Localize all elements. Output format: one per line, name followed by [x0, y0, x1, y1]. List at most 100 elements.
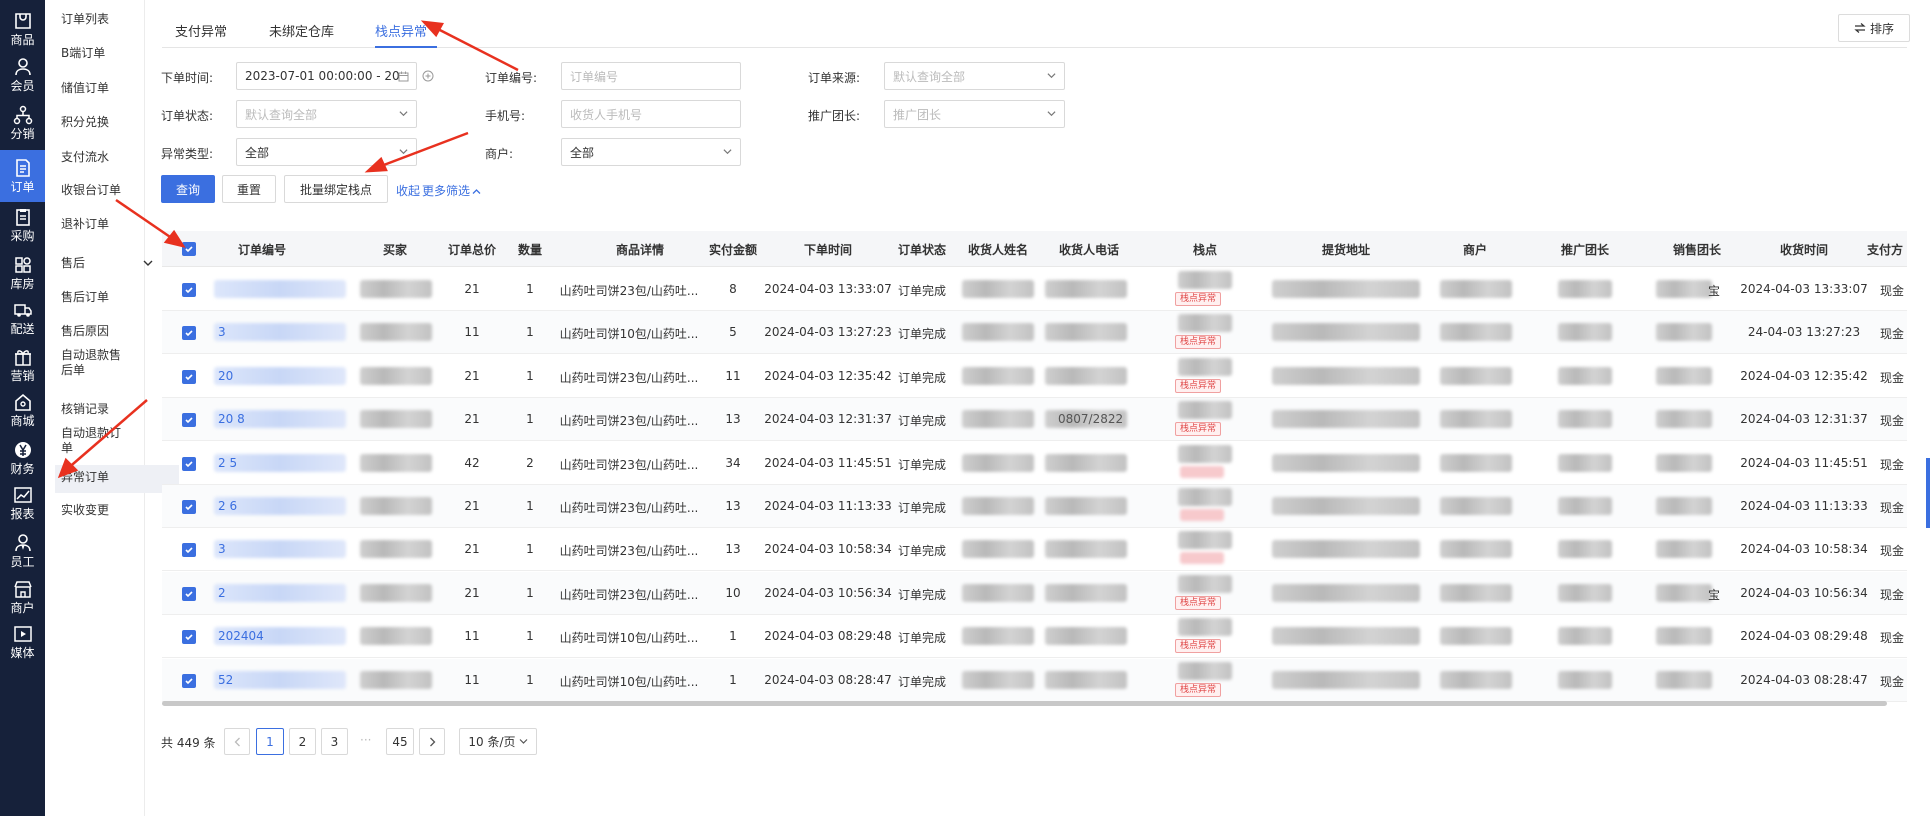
- prev-page-button[interactable]: [224, 728, 250, 755]
- row-checkbox[interactable]: [182, 283, 196, 297]
- rail-item-0[interactable]: 商品: [0, 3, 45, 55]
- row-checkbox[interactable]: [182, 326, 196, 341]
- submenu-aftersale-order[interactable]: 售后订单: [61, 290, 109, 305]
- query-button[interactable]: 查询: [161, 175, 215, 203]
- reset-button[interactable]: 重置: [222, 175, 276, 203]
- tab-payment-exception[interactable]: 支付异常: [175, 21, 227, 40]
- row-checkbox[interactable]: [182, 543, 196, 558]
- row-checkbox[interactable]: [182, 413, 196, 428]
- order-total: 21: [464, 585, 480, 600]
- tab-unbound-warehouse[interactable]: 未绑定仓库: [269, 21, 334, 40]
- submenu-exception-order[interactable]: 异常订单: [61, 470, 109, 485]
- rail-item-13[interactable]: 媒体: [0, 616, 45, 668]
- rail-item-3[interactable]: 订单: [0, 150, 45, 202]
- collapse-link[interactable]: 收起: [396, 182, 420, 199]
- batch-bind-station-button[interactable]: 批量绑定栈点: [284, 175, 388, 203]
- sort-label: 排序: [1869, 21, 1894, 36]
- table-row[interactable]: 20 21 1 山药吐司饼23包/山药吐... 11 2024-04-03 12:35:4…: [162, 355, 1907, 398]
- phone-input[interactable]: 收货人手机号: [561, 100, 741, 128]
- vertical-scroll-indicator[interactable]: [1926, 458, 1930, 528]
- rail-item-8[interactable]: 商城: [0, 384, 45, 436]
- order-time-range-input[interactable]: 2023-07-01 00:00:00 - 20: [236, 62, 417, 90]
- order-source-select[interactable]: 默认查询全部: [884, 62, 1065, 90]
- order-status-select[interactable]: 默认查询全部: [236, 100, 417, 128]
- table-row[interactable]: 3 11 1 山药吐司饼10包/山药吐... 5 2024-04-03 13:27:23 订…: [162, 311, 1907, 355]
- row-checkbox[interactable]: [182, 369, 196, 384]
- submenu-payment-flow[interactable]: 支付流水: [61, 150, 109, 165]
- chevron-down-icon: [1047, 73, 1056, 79]
- row-checkbox[interactable]: [182, 630, 196, 645]
- rail-label: 财务: [10, 462, 35, 476]
- rail-item-10[interactable]: 报表: [0, 477, 45, 529]
- exception-type-select[interactable]: 全部: [236, 138, 417, 166]
- page-last-button[interactable]: 45: [386, 728, 414, 755]
- order-no-link[interactable]: 2: [218, 586, 226, 600]
- submenu-received-change[interactable]: 实收变更: [61, 503, 109, 518]
- tab-station-exception[interactable]: 栈点异常: [375, 21, 427, 40]
- order-no-input[interactable]: 订单编号: [561, 62, 741, 90]
- order-no-link[interactable]: 2 6: [218, 499, 237, 513]
- order-no-link[interactable]: 52: [218, 673, 233, 687]
- rail-item-11[interactable]: 员工: [0, 525, 45, 577]
- table-row[interactable]: 20 8 21 1 山药吐司饼23包/山药吐... 13 2024-04-03 12:31…: [162, 398, 1907, 442]
- team-leader-select[interactable]: 推广团长: [884, 100, 1065, 128]
- receiver-name-redacted: [962, 583, 1034, 602]
- order-no-redacted: [214, 583, 346, 602]
- order-no-link[interactable]: 202404: [218, 629, 264, 643]
- order-no-link[interactable]: 3: [218, 325, 226, 339]
- rail-item-4[interactable]: 采购: [0, 199, 45, 251]
- submenu-refund-order[interactable]: 退补订单: [61, 217, 109, 232]
- rail-item-1[interactable]: 会员: [0, 49, 45, 101]
- order-no-link[interactable]: 20: [218, 369, 233, 383]
- table-row[interactable]: 2 6 21 1 山药吐司饼23包/山药吐... 13 2024-04-03 11:13:…: [162, 485, 1907, 528]
- product-detail: 山药吐司饼23包/山药吐...: [559, 284, 699, 298]
- submenu-cashier-order[interactable]: 收银台订单: [61, 183, 121, 198]
- submenu-auto-refund-aftersale[interactable]: 自动退款售 后单: [61, 348, 121, 378]
- chevron-down-icon: [519, 739, 527, 744]
- order-no-link[interactable]: 3: [218, 542, 226, 556]
- horizontal-scrollbar[interactable]: [162, 701, 1887, 706]
- table-row[interactable]: 52 11 1 山药吐司饼10包/山药吐... 1 2024-04-03 08:28:47…: [162, 658, 1907, 702]
- row-checkbox[interactable]: [182, 673, 196, 688]
- play-icon: [12, 624, 34, 644]
- pager-ellipsis[interactable]: ···: [360, 733, 371, 747]
- quantity: 2: [526, 455, 534, 470]
- page-size-select[interactable]: 10 条/页: [459, 728, 537, 755]
- add-circle-icon[interactable]: [422, 70, 434, 82]
- merchant-select[interactable]: 全部: [561, 138, 741, 166]
- receiver-name-redacted: [962, 280, 1034, 298]
- table-row[interactable]: 2 21 1 山药吐司饼23包/山药吐... 10 2024-04-03 10:56:34…: [162, 571, 1907, 615]
- submenu-order-list[interactable]: 订单列表: [61, 12, 109, 27]
- row-checkbox[interactable]: [182, 500, 196, 514]
- submenu-points-exchange[interactable]: 积分兑换: [61, 115, 109, 130]
- receiver-phone-redacted: [1045, 583, 1127, 602]
- sort-button[interactable]: 排序: [1838, 14, 1910, 42]
- rail-item-6[interactable]: 配送: [0, 292, 45, 344]
- row-checkbox[interactable]: [182, 456, 196, 471]
- rail-item-2[interactable]: 分销: [0, 97, 45, 149]
- table-row[interactable]: 21 1 山药吐司饼23包/山药吐... 8 2024-04-03 13:33:07 订单…: [162, 268, 1907, 311]
- submenu-verify-record[interactable]: 核销记录: [61, 402, 109, 417]
- submenu-stored-value-order[interactable]: 储值订单: [61, 81, 109, 96]
- submenu-group-aftersale[interactable]: 售后: [61, 256, 153, 271]
- receive-time: 2024-04-03 12:35:42: [1740, 368, 1868, 383]
- more-filter-link[interactable]: 更多筛选: [422, 182, 481, 199]
- order-no-link[interactable]: 2 5: [218, 456, 237, 470]
- rail-label: 商户: [10, 601, 35, 615]
- table-row[interactable]: 3 21 1 山药吐司饼23包/山药吐... 13 2024-04-03 10:58:34…: [162, 528, 1907, 572]
- document-icon: [12, 158, 34, 178]
- pickup-address-redacted: [1272, 453, 1420, 472]
- submenu-b-order[interactable]: B端订单: [61, 46, 105, 61]
- next-page-button[interactable]: [419, 728, 445, 755]
- page-3-button[interactable]: 3: [321, 728, 348, 755]
- order-no-link[interactable]: 20 8: [218, 412, 245, 426]
- row-checkbox[interactable]: [182, 586, 196, 601]
- rail-label: 分销: [10, 127, 35, 141]
- submenu-auto-refund-order[interactable]: 自动退款订 单: [61, 426, 121, 456]
- page-2-button[interactable]: 2: [289, 728, 316, 755]
- table-row[interactable]: 2 5 42 2 山药吐司饼23包/山药吐... 34 2024-04-03 11:45:…: [162, 442, 1907, 485]
- select-all-checkbox[interactable]: [182, 242, 196, 256]
- table-row[interactable]: 202404 11 1 山药吐司饼10包/山药吐... 1 2024-04-03 08:2…: [162, 615, 1907, 659]
- page-1-button[interactable]: 1: [256, 728, 284, 755]
- submenu-aftersale-reason[interactable]: 售后原因: [61, 324, 109, 339]
